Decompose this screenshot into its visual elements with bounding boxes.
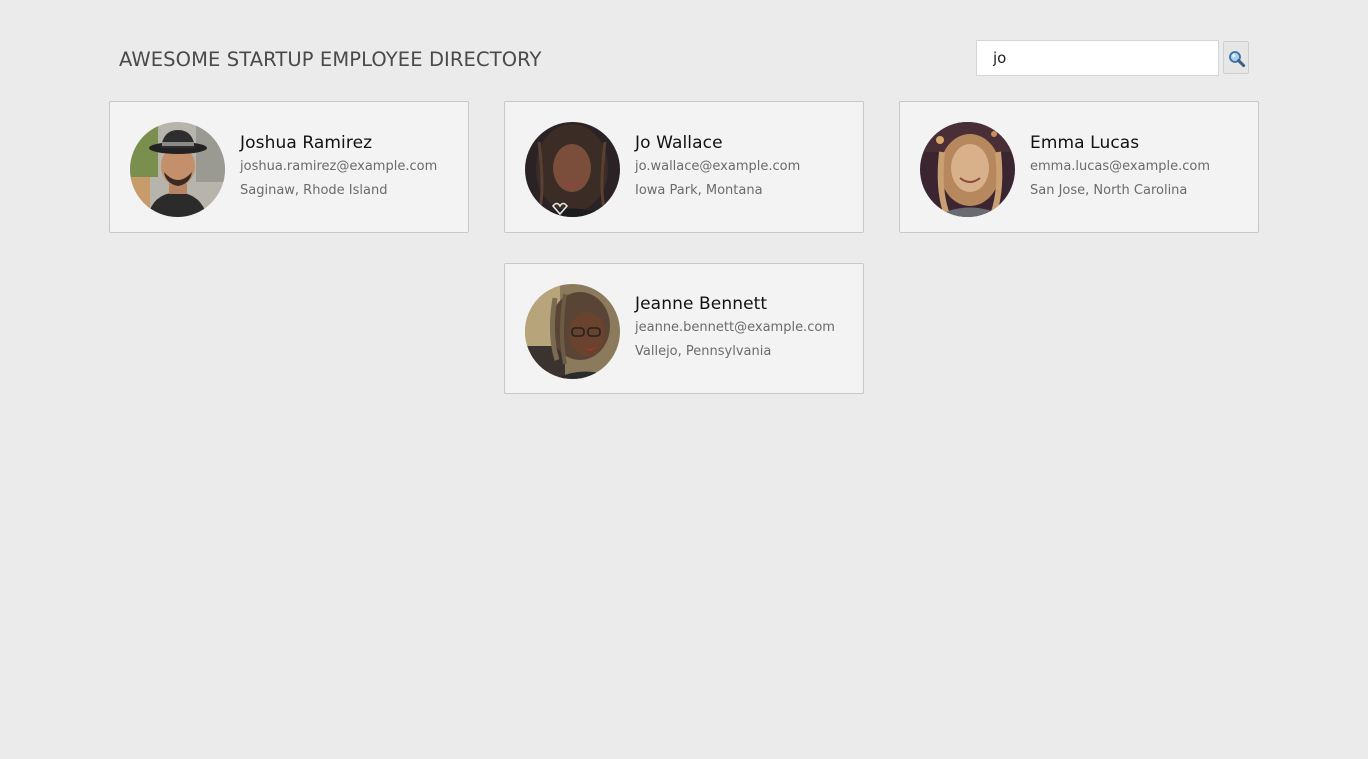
page-title: AWESOME STARTUP EMPLOYEE DIRECTORY (119, 48, 542, 71)
employee-email: emma.lucas@example.com (1030, 159, 1211, 174)
employee-name: Jeanne Bennett (635, 294, 768, 314)
employee-info: Joshua Ramirez joshua.ramirez@example.co… (240, 131, 462, 203)
employee-card[interactable]: Joshua Ramirez joshua.ramirez@example.co… (109, 101, 469, 233)
employee-card[interactable]: Jeanne Bennett jeanne.bennett@example.co… (504, 263, 864, 394)
employee-name: Joshua Ramirez (240, 133, 373, 153)
employee-info: Emma Lucas emma.lucas@example.com San Jo… (1030, 131, 1252, 203)
employee-email: joshua.ramirez@example.com (240, 159, 438, 174)
employee-info: Jo Wallace jo.wallace@example.com Iowa P… (635, 131, 857, 203)
employee-card[interactable]: Emma Lucas emma.lucas@example.com San Jo… (899, 101, 1259, 233)
search-input[interactable] (976, 40, 1219, 76)
employee-location: Saginaw, Rhode Island (240, 183, 388, 198)
employee-location: Iowa Park, Montana (635, 183, 763, 198)
page-header: AWESOME STARTUP EMPLOYEE DIRECTORY (0, 0, 1368, 100)
employee-email: jeanne.bennett@example.com (635, 320, 835, 335)
employee-location: San Jose, North Carolina (1030, 183, 1188, 198)
employee-card[interactable]: Jo Wallace jo.wallace@example.com Iowa P… (504, 101, 864, 233)
employee-avatar (920, 122, 1015, 217)
search-button[interactable] (1223, 41, 1249, 74)
employee-email: jo.wallace@example.com (635, 159, 801, 174)
employee-name: Emma Lucas (1030, 133, 1140, 153)
magnifier-icon (1229, 51, 1246, 68)
employee-location: Vallejo, Pennsylvania (635, 344, 772, 359)
employee-name: Jo Wallace (635, 133, 723, 153)
employee-info: Jeanne Bennett jeanne.bennett@example.co… (635, 292, 857, 364)
employee-avatar (130, 122, 225, 217)
employee-avatar (525, 284, 620, 379)
employee-avatar (525, 122, 620, 217)
